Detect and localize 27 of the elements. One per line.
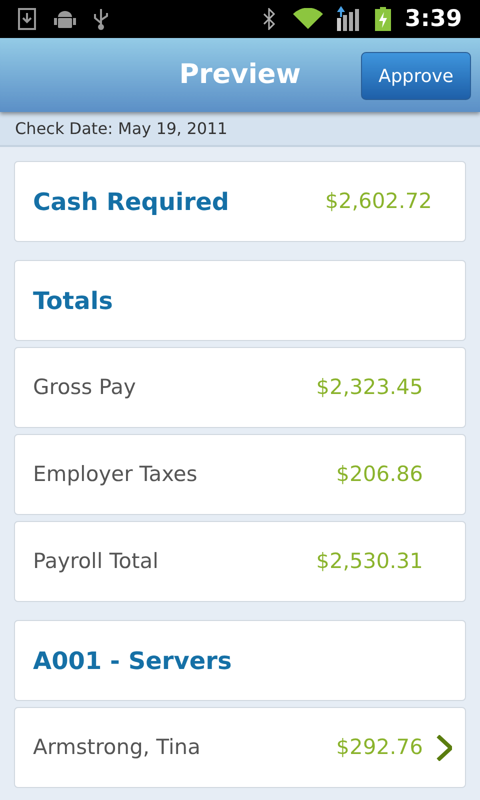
list-card[interactable]: Employer Taxes $206.86 (14, 434, 466, 515)
amount: $292.76 (336, 734, 423, 761)
amount: $2,323.45 (316, 374, 423, 401)
row-label: Employer Taxes (33, 460, 198, 488)
signal-icon (334, 6, 359, 32)
row-label: Payroll Total (33, 548, 160, 575)
amount: $206.86 (336, 460, 423, 488)
battery-icon (374, 7, 391, 31)
clock: 3:39 (404, 4, 462, 34)
list-card[interactable]: Armstrong, Tina $292.76 (14, 707, 466, 788)
row-label: Gross Pay (33, 374, 137, 401)
bluetooth-icon (262, 8, 275, 30)
section-heading: A001 - Servers (33, 646, 233, 676)
section-heading: Cash Required (33, 186, 230, 218)
android-icon (54, 9, 76, 29)
amount: $2,530.31 (316, 548, 423, 575)
section-heading: Totals (33, 286, 114, 316)
approve-button[interactable]: Approve (361, 52, 471, 100)
screen-title: Preview (179, 58, 301, 92)
check-date: Check Date: May 19, 2011 (15, 118, 228, 140)
wifi-icon (292, 8, 323, 30)
row-label: Armstrong, Tina (33, 734, 202, 761)
list-card[interactable]: Gross Pay $2,323.45 (14, 347, 466, 428)
download-icon (18, 8, 36, 30)
amount: $2,602.72 (325, 188, 432, 215)
usb-icon (92, 7, 110, 31)
list-card[interactable]: Payroll Total $2,530.31 (14, 521, 466, 602)
